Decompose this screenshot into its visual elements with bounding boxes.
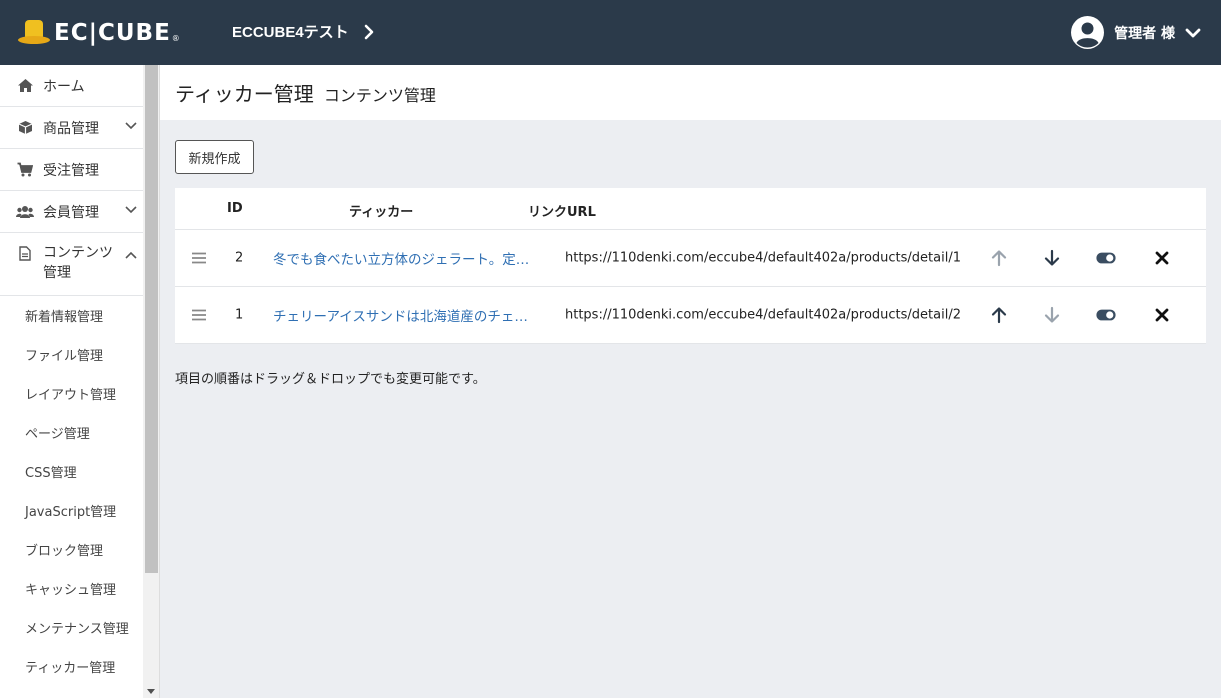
sidebar-item-contents[interactable]: コンテンツ管理 [0,233,143,296]
sidebar-item-label: コンテンツ管理 [43,245,113,281]
shop-name-link[interactable]: ECCUBE4テスト [232,21,375,42]
table-header: ID ティッカー リンクURL [175,188,1206,230]
sidebar: ホーム 商品管理 受注管理 会員管理 コンテンツ管理 新着情報管理 ファイル管理… [0,65,160,698]
link-url: https://110denki.com/eccube4/default402a… [565,250,961,266]
ticker-link[interactable]: チェリーアイスサンドは北海道産のチェ… [273,305,528,325]
sidebar-item-orders[interactable]: 受注管理 [0,149,143,191]
sidebar-item-label: 商品管理 [43,120,99,137]
home-icon [16,78,34,94]
ticker-link[interactable]: 冬でも食べたい立方体のジェラート。定… [273,248,529,268]
drag-drop-note: 項目の順番はドラッグ＆ドロップでも変更可能です。 [175,372,486,387]
sidebar-item-members[interactable]: 会員管理 [0,191,143,233]
ticker-table: ID ティッカー リンクURL 2 冬でも食べたい立方体のジェラート。定… ht… [175,188,1206,344]
sidebar-subitem-javascript[interactable]: JavaScript管理 [0,491,143,530]
row-id: 1 [235,307,244,323]
top-header: EC|CUBE ® ECCUBE4テスト 管理者 様 [0,0,1221,65]
page-title: ティッカー管理 [175,82,314,106]
user-label: 管理者 様 [1114,25,1175,42]
eccube-logo[interactable]: EC|CUBE ® [18,20,180,46]
row-id: 2 [235,250,244,266]
sidebar-item-products[interactable]: 商品管理 [0,107,143,149]
sidebar-subitem-cache[interactable]: キャッシュ管理 [0,569,143,608]
sidebar-subitem-blocks[interactable]: ブロック管理 [0,530,143,569]
drag-handle-icon[interactable] [192,252,206,264]
drag-handle-icon[interactable] [192,309,206,321]
sidebar-subitem-news[interactable]: 新着情報管理 [0,296,143,335]
arrow-up-icon[interactable] [989,248,1009,268]
arrow-up-icon[interactable] [989,305,1009,325]
column-header-ticker: ティッカー [349,205,414,220]
logo-text: EC|CUBE [54,20,171,46]
sidebar-subitem-files[interactable]: ファイル管理 [0,335,143,374]
link-url: https://110denki.com/eccube4/default402a… [565,307,961,323]
sidebar-item-label: 受注管理 [43,162,99,179]
sidebar-subitem-css[interactable]: CSS管理 [0,452,143,491]
logo-registered-mark: ® [171,33,180,43]
sidebar-item-label: ホーム [43,78,85,95]
arrow-down-icon[interactable] [1042,248,1062,268]
hat-logo-icon [18,20,50,46]
box-icon [16,120,34,136]
page-header: ティッカー管理 コンテンツ管理 [160,65,1221,120]
page-subtitle: コンテンツ管理 [323,85,436,105]
scrollbar-thumb[interactable] [145,65,158,573]
user-menu[interactable]: 管理者 様 [1071,16,1201,49]
delete-x-icon[interactable] [1152,305,1172,325]
cart-icon [16,162,34,178]
table-row[interactable]: 1 チェリーアイスサンドは北海道産のチェ… https://110denki.c… [175,287,1206,344]
column-header-url: リンクURL [528,205,596,220]
delete-x-icon[interactable] [1152,248,1172,268]
shop-name: ECCUBE4テスト [232,24,349,41]
sidebar-item-home[interactable]: ホーム [0,65,143,107]
chevron-down-icon [125,122,137,130]
new-create-button[interactable]: 新規作成 [175,140,254,174]
user-avatar-icon [1071,16,1105,49]
table-row[interactable]: 2 冬でも食べたい立方体のジェラート。定… https://110denki.c… [175,230,1206,287]
sidebar-item-label: 会員管理 [43,204,99,221]
chevron-down-icon [125,206,137,214]
toggle-on-icon[interactable] [1096,248,1116,268]
chevron-up-icon [125,251,137,259]
sidebar-subitem-layout[interactable]: レイアウト管理 [0,374,143,413]
arrow-down-icon[interactable] [1042,305,1062,325]
users-icon [16,204,34,220]
scroll-down-arrow-icon[interactable] [147,689,155,694]
chevron-right-icon [364,24,373,39]
sidebar-scrollbar[interactable] [143,65,159,698]
sidebar-subitem-maintenance[interactable]: メンテナンス管理 [0,608,143,647]
chevron-down-icon [1185,28,1201,37]
sidebar-subitem-ticker[interactable]: ティッカー管理 [0,647,143,686]
column-header-id: ID [227,201,243,216]
toggle-on-icon[interactable] [1096,305,1116,325]
sidebar-subitem-pages[interactable]: ページ管理 [0,413,143,452]
